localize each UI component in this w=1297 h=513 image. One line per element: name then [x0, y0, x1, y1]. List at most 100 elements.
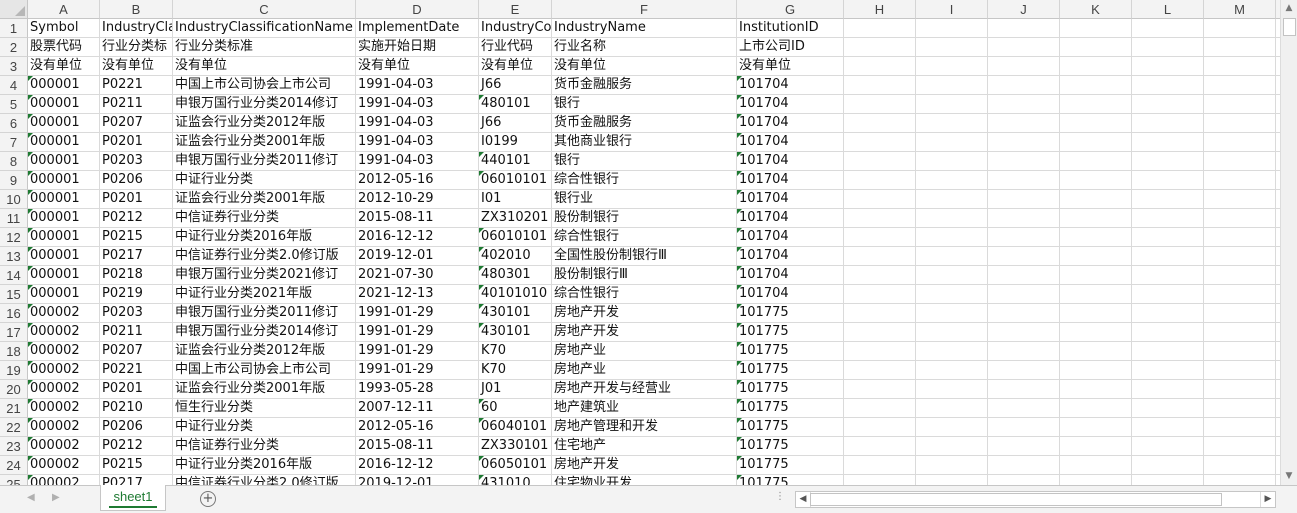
cell[interactable]: 101775 — [737, 323, 844, 342]
cell[interactable] — [844, 323, 916, 342]
cell[interactable]: 000002 — [28, 475, 100, 485]
row-header[interactable]: 18 — [0, 342, 28, 361]
cell[interactable]: 101704 — [737, 133, 844, 152]
cell[interactable] — [844, 209, 916, 228]
column-header-a[interactable]: A — [28, 0, 100, 19]
cell[interactable]: P0211 — [100, 323, 173, 342]
cell[interactable]: 全国性股份制银行Ⅲ — [552, 247, 737, 266]
cell[interactable]: 101704 — [737, 228, 844, 247]
cell[interactable] — [988, 57, 1060, 76]
row-header[interactable]: 16 — [0, 304, 28, 323]
cell[interactable]: 000001 — [28, 228, 100, 247]
cell[interactable] — [844, 418, 916, 437]
cell[interactable]: 房地产业 — [552, 342, 737, 361]
cell[interactable] — [1132, 19, 1204, 38]
cell[interactable]: I0199 — [479, 133, 552, 152]
cell[interactable] — [844, 285, 916, 304]
row-header[interactable]: 10 — [0, 190, 28, 209]
cell[interactable]: 申银万国行业分类2011修订 — [173, 304, 356, 323]
cell[interactable] — [1204, 304, 1276, 323]
cell[interactable]: 货币金融服务 — [552, 114, 737, 133]
cell[interactable]: 房地产业 — [552, 361, 737, 380]
cell[interactable]: P0212 — [100, 437, 173, 456]
cell[interactable]: 06040101 — [479, 418, 552, 437]
cell[interactable] — [916, 228, 988, 247]
cell[interactable]: 40101010 — [479, 285, 552, 304]
cell[interactable] — [1204, 475, 1276, 485]
cell[interactable]: P0211 — [100, 95, 173, 114]
cell[interactable]: K70 — [479, 342, 552, 361]
row-header[interactable]: 25 — [0, 475, 28, 485]
cell-grid[interactable]: Symbol IndustryCla IndustryClassificationN… — [28, 19, 1280, 485]
cell[interactable]: 货币金融服务 — [552, 76, 737, 95]
prev-sheet-icon[interactable]: ◀ — [27, 492, 35, 503]
cell[interactable]: 1991-01-29 — [356, 361, 479, 380]
cell[interactable] — [1204, 228, 1276, 247]
cell[interactable]: 101775 — [737, 380, 844, 399]
column-header-g[interactable]: G — [737, 0, 844, 19]
cell[interactable] — [916, 19, 988, 38]
cell[interactable]: 000001 — [28, 114, 100, 133]
cell[interactable] — [844, 152, 916, 171]
cell[interactable]: 2019-12-01 — [356, 475, 479, 485]
cell[interactable]: 2012-05-16 — [356, 418, 479, 437]
cell[interactable]: 000002 — [28, 304, 100, 323]
cell[interactable]: 06050101 — [479, 456, 552, 475]
row-header[interactable]: 20 — [0, 380, 28, 399]
cell[interactable] — [1060, 266, 1132, 285]
cell[interactable]: 行业代码 — [479, 38, 552, 57]
cell[interactable] — [1204, 361, 1276, 380]
cell[interactable] — [1060, 437, 1132, 456]
cell[interactable]: 2021-07-30 — [356, 266, 479, 285]
column-header-k[interactable]: K — [1060, 0, 1132, 19]
cell[interactable]: 证监会行业分类2001年版 — [173, 190, 356, 209]
cell[interactable] — [1204, 19, 1276, 38]
cell[interactable] — [1060, 361, 1132, 380]
cell[interactable]: 06010101 — [479, 228, 552, 247]
cell[interactable]: 101775 — [737, 361, 844, 380]
cell[interactable]: 房地产开发 — [552, 323, 737, 342]
cell[interactable]: 101704 — [737, 171, 844, 190]
cell[interactable] — [916, 190, 988, 209]
cell[interactable]: 101704 — [737, 95, 844, 114]
column-header-h[interactable]: H — [844, 0, 916, 19]
cell[interactable]: InstitutionID — [737, 19, 844, 38]
cell[interactable]: 中信证券行业分类2.0修订版 — [173, 247, 356, 266]
cell[interactable] — [1060, 228, 1132, 247]
cell[interactable] — [844, 114, 916, 133]
cell[interactable] — [916, 266, 988, 285]
cell[interactable] — [916, 342, 988, 361]
cell[interactable] — [1132, 133, 1204, 152]
cell[interactable]: 没有单位 — [28, 57, 100, 76]
cell[interactable] — [844, 19, 916, 38]
cell[interactable]: 2012-05-16 — [356, 171, 479, 190]
cell[interactable]: 其他商业银行 — [552, 133, 737, 152]
cell[interactable]: 证监会行业分类2001年版 — [173, 133, 356, 152]
row-header[interactable]: 21 — [0, 399, 28, 418]
cell[interactable] — [916, 247, 988, 266]
row-header[interactable]: 4 — [0, 76, 28, 95]
cell[interactable]: 2015-08-11 — [356, 437, 479, 456]
cell[interactable]: 101775 — [737, 304, 844, 323]
row-header[interactable]: 7 — [0, 133, 28, 152]
cell[interactable] — [1060, 342, 1132, 361]
cell[interactable] — [1060, 114, 1132, 133]
cell[interactable] — [988, 323, 1060, 342]
row-header[interactable]: 8 — [0, 152, 28, 171]
cell[interactable]: 60 — [479, 399, 552, 418]
cell[interactable]: P0219 — [100, 285, 173, 304]
cell[interactable] — [988, 285, 1060, 304]
row-header[interactable]: 14 — [0, 266, 28, 285]
cell[interactable] — [988, 171, 1060, 190]
cell[interactable]: 101775 — [737, 437, 844, 456]
cell[interactable]: 000002 — [28, 418, 100, 437]
cell[interactable]: 2015-08-11 — [356, 209, 479, 228]
cell[interactable]: 中证行业分类 — [173, 171, 356, 190]
row-header[interactable]: 24 — [0, 456, 28, 475]
cell[interactable]: 1991-04-03 — [356, 95, 479, 114]
row-header[interactable]: 1 — [0, 19, 28, 38]
cell[interactable] — [1060, 57, 1132, 76]
cell[interactable]: P0221 — [100, 76, 173, 95]
cell[interactable] — [844, 190, 916, 209]
cell[interactable]: 101704 — [737, 247, 844, 266]
